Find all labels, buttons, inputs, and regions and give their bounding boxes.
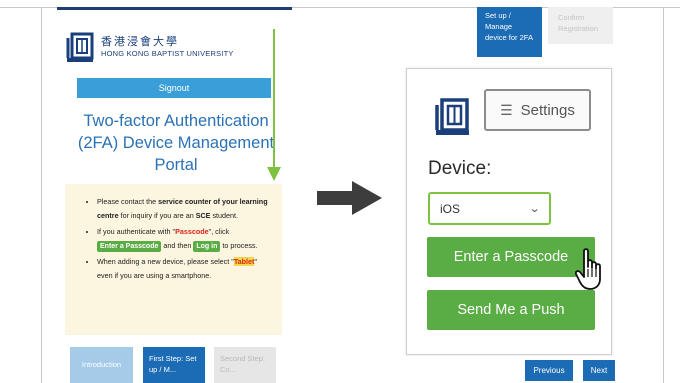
device-select[interactable]: iOS ⌄ — [428, 192, 551, 225]
inline-login-badge: Log in — [193, 240, 221, 252]
step-introduction[interactable]: Introduction — [70, 347, 133, 383]
instruction-item: When adding a new device, please select … — [97, 255, 274, 282]
next-button[interactable]: Next — [583, 360, 615, 381]
device-label: Device: — [428, 158, 492, 179]
arrow-down-icon-head — [267, 167, 281, 181]
instructions-panel: Please contact the service counter of yo… — [65, 184, 282, 335]
inline-passcode-badge: Enter a Passcode — [97, 240, 162, 252]
chevron-down-icon: ⌄ — [528, 203, 541, 215]
settings-button[interactable]: ☰ Settings — [484, 89, 591, 131]
arrow-right-icon-head — [352, 181, 382, 215]
university-name-en: HONG KONG BAPTIST UNIVERSITY — [101, 49, 234, 58]
instruction-item: Please contact the service counter of yo… — [97, 195, 274, 222]
device-select-value: iOS — [440, 201, 461, 216]
instruction-item: If you authenticate with "Passcode", cli… — [97, 225, 274, 252]
step-first-zoomed[interactable]: Set up / Manage device for 2FA — [477, 7, 542, 57]
page-title: Two-factor Authentication (2FA) Device M… — [77, 112, 275, 174]
university-name-cn: 香港浸會大學 — [101, 36, 179, 48]
arrow-down-icon — [273, 29, 275, 171]
portal-mobile-screenshot: 香港浸會大學 HONG KONG BAPTIST UNIVERSITY Sign… — [57, 7, 292, 383]
send-push-button[interactable]: Send Me a Push — [427, 290, 595, 330]
signout-button[interactable]: Signout — [77, 78, 271, 98]
university-logo: 香港浸會大學 HONG KONG BAPTIST UNIVERSITY — [65, 31, 234, 64]
frame-border-right — [663, 7, 664, 383]
hamburger-icon: ☰ — [500, 101, 513, 118]
settings-label: Settings — [520, 101, 575, 119]
step-second-zoomed[interactable]: Confirm Registration — [548, 7, 613, 44]
tutorial-figure: 香港浸會大學 HONG KONG BAPTIST UNIVERSITY Sign… — [0, 0, 680, 383]
hkbu-logo-icon — [66, 32, 94, 62]
frame-border-left — [41, 7, 42, 383]
arrow-right-icon — [317, 191, 353, 205]
duo-prompt-card: ☰ Settings Device: iOS ⌄ Enter a Passcod… — [406, 68, 612, 355]
enter-passcode-button[interactable]: Enter a Passcode — [427, 237, 595, 277]
step-first[interactable]: First Step: Set up / M... — [143, 347, 205, 383]
hand-pointer-icon — [575, 248, 601, 290]
hkbu-logo-icon — [435, 98, 469, 135]
header-bar — [57, 7, 292, 10]
step-second[interactable]: Second Step: Co... — [214, 347, 276, 383]
previous-button[interactable]: Previous — [525, 360, 573, 381]
